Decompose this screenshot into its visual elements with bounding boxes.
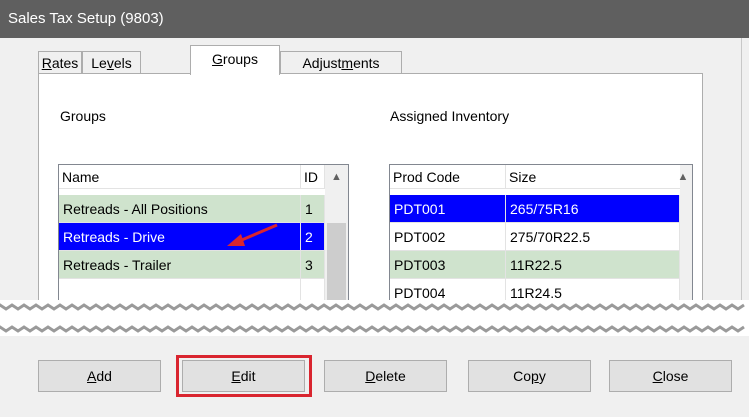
window-title: Sales Tax Setup (9803) (8, 10, 164, 27)
prod-code-cell: PDT003 (390, 251, 506, 279)
size-cell: 275/70R22.5 (506, 223, 680, 251)
inventory-row-selected[interactable]: PDT001 265/75R16 (390, 195, 680, 223)
group-name-cell: Retreads - All Positions (59, 195, 301, 223)
size-cell: 11R22.5 (506, 251, 680, 279)
torn-edge-divider (0, 300, 749, 336)
group-id-cell: 1 (301, 195, 325, 223)
prod-code-cell: PDT002 (390, 223, 506, 251)
groups-row[interactable]: Retreads - All Positions 1 (59, 195, 325, 223)
groups-scrollbar[interactable]: ▲ (325, 165, 348, 313)
dialog-edge-divider (741, 38, 742, 308)
assigned-inventory-list[interactable]: Prod Code Size PDT001 265/75R16 PDT002 2… (389, 164, 693, 314)
groups-row[interactable]: Retreads - Trailer 3 (59, 251, 325, 279)
groups-column-name[interactable]: Name (59, 165, 301, 189)
groups-row-selected[interactable]: Retreads - Drive 2 (59, 223, 325, 251)
tab-levels[interactable]: Levels (82, 51, 141, 73)
groups-list[interactable]: Name ID Retreads - All Positions 1 Retre… (58, 164, 349, 314)
close-button[interactable]: Close (609, 360, 732, 392)
tab-groups[interactable]: Groups (190, 45, 280, 75)
group-name-cell: Retreads - Trailer (59, 251, 301, 279)
edit-button-highlight (176, 355, 312, 397)
red-arrow-icon (227, 223, 278, 246)
inventory-scrollbar[interactable]: ▲ (678, 165, 692, 313)
chevron-up-icon[interactable]: ▲ (672, 165, 692, 189)
copy-button[interactable]: Copy (468, 360, 591, 392)
prod-code-cell: PDT001 (390, 195, 506, 223)
chevron-up-icon[interactable]: ▲ (325, 165, 348, 189)
tab-adjustments[interactable]: Adjustments (280, 51, 402, 73)
add-button[interactable]: Add (38, 360, 161, 392)
window-title-bar[interactable]: Sales Tax Setup (9803) (0, 0, 749, 38)
groups-column-id[interactable]: ID (301, 165, 325, 189)
group-id-cell: 3 (301, 251, 325, 279)
inventory-row[interactable]: PDT003 11R22.5 (390, 251, 680, 279)
size-cell: 265/75R16 (506, 195, 680, 223)
group-id-cell: 2 (301, 223, 325, 251)
delete-button[interactable]: Delete (324, 360, 447, 392)
groups-label: Groups (60, 108, 106, 124)
inventory-column-prod-code[interactable]: Prod Code (390, 165, 506, 189)
inventory-row[interactable]: PDT002 275/70R22.5 (390, 223, 680, 251)
tab-rates[interactable]: Rates (38, 51, 82, 73)
assigned-inventory-label: Assigned Inventory (390, 108, 510, 124)
inventory-column-size[interactable]: Size (506, 165, 686, 189)
